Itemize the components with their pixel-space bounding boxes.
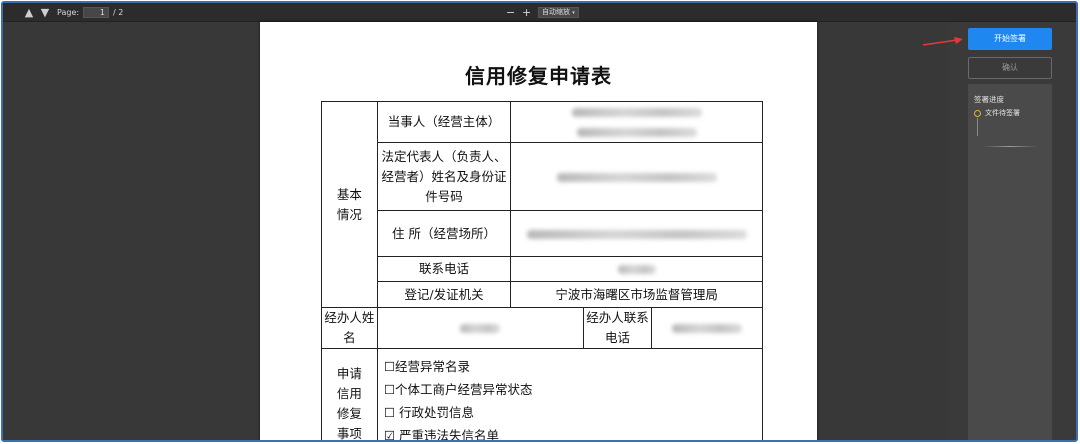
- confirm-button[interactable]: 确认: [968, 57, 1052, 79]
- progress-title: 签署进度: [974, 95, 1004, 104]
- zoom-select-value: 自动缩放: [542, 8, 570, 16]
- zoom-in-button[interactable]: +: [522, 3, 531, 22]
- document-viewer[interactable]: 信用修复申请表 基本情况 当事人（经营主体） 法定代表人（负责人、经营者）姓名及…: [3, 22, 948, 442]
- basic-info-header: 基本情况: [321, 101, 378, 308]
- party-value: [510, 101, 763, 143]
- start-signing-button[interactable]: 开始签署: [968, 28, 1052, 50]
- phone-value: [510, 256, 763, 282]
- page-label: Page:: [57, 8, 80, 17]
- page-number-input[interactable]: 1: [83, 7, 109, 18]
- red-arrow-annotation-icon: [922, 37, 963, 46]
- document-page: 信用修复申请表 基本情况 当事人（经营主体） 法定代表人（负责人、经营者）姓名及…: [260, 22, 817, 442]
- agent-name-label: 经办人姓名: [321, 307, 378, 349]
- address-value: [510, 210, 763, 257]
- step-connector: [977, 118, 978, 136]
- previous-page-icon[interactable]: ▲: [23, 3, 35, 22]
- chevron-down-icon: ▾: [572, 10, 575, 16]
- zoom-out-button[interactable]: −: [506, 3, 515, 22]
- application-form-table: 基本情况 当事人（经营主体） 法定代表人（负责人、经营者）姓名及身份证件号码 住…: [321, 101, 764, 442]
- check-item-abnormal-list: ☐经营异常名录: [383, 359, 471, 374]
- divider: [982, 146, 1038, 147]
- next-page-icon[interactable]: ▼: [39, 3, 51, 22]
- check-item-individual-business: ☐个体工商户经营异常状态: [383, 382, 533, 397]
- agent-phone-value: [651, 307, 763, 349]
- agent-name-value: [376, 307, 585, 349]
- party-label: 当事人（经营主体）: [376, 101, 512, 143]
- check-item-serious-violation: ☑ 严重违法失信名单: [383, 428, 500, 442]
- signing-progress-panel: 签署进度 文件待签署: [968, 84, 1052, 440]
- legal-rep-value: [510, 142, 763, 211]
- page-total: / 2: [113, 8, 124, 17]
- step-marker-icon: [974, 110, 981, 117]
- apply-items-list: ☐经营异常名录 ☐个体工商户经营异常状态 ☐ 行政处罚信息 ☑ 严重违法失信名单: [376, 348, 764, 442]
- viewer-toolbar: ▲ ▼ Page: 1 / 2 − + 自动缩放 ▾: [3, 3, 1076, 22]
- app-window: ▲ ▼ Page: 1 / 2 − + 自动缩放 ▾ 信用修复申请表 基本情况 …: [1, 1, 1078, 442]
- check-item-admin-penalty: ☐ 行政处罚信息: [383, 405, 475, 420]
- registrar-value: 宁波市海曙区市场监督管理局: [510, 281, 763, 308]
- document-title: 信用修复申请表: [465, 64, 612, 88]
- legal-rep-label: 法定代表人（负责人、经营者）姓名及身份证件号码: [376, 142, 512, 211]
- apply-items-label: 申请信用修复事项: [321, 348, 378, 440]
- registrar-label: 登记/发证机关: [376, 281, 512, 308]
- phone-label: 联系电话: [376, 256, 512, 282]
- progress-step-label: 文件待签署: [985, 109, 1020, 117]
- address-label: 住 所（经营场所）: [376, 210, 512, 257]
- agent-phone-label: 经办人联系电话: [583, 307, 653, 349]
- signing-side-panel: 开始签署 确认 签署进度 文件待签署: [948, 22, 1076, 440]
- zoom-select[interactable]: 自动缩放 ▾: [538, 7, 579, 18]
